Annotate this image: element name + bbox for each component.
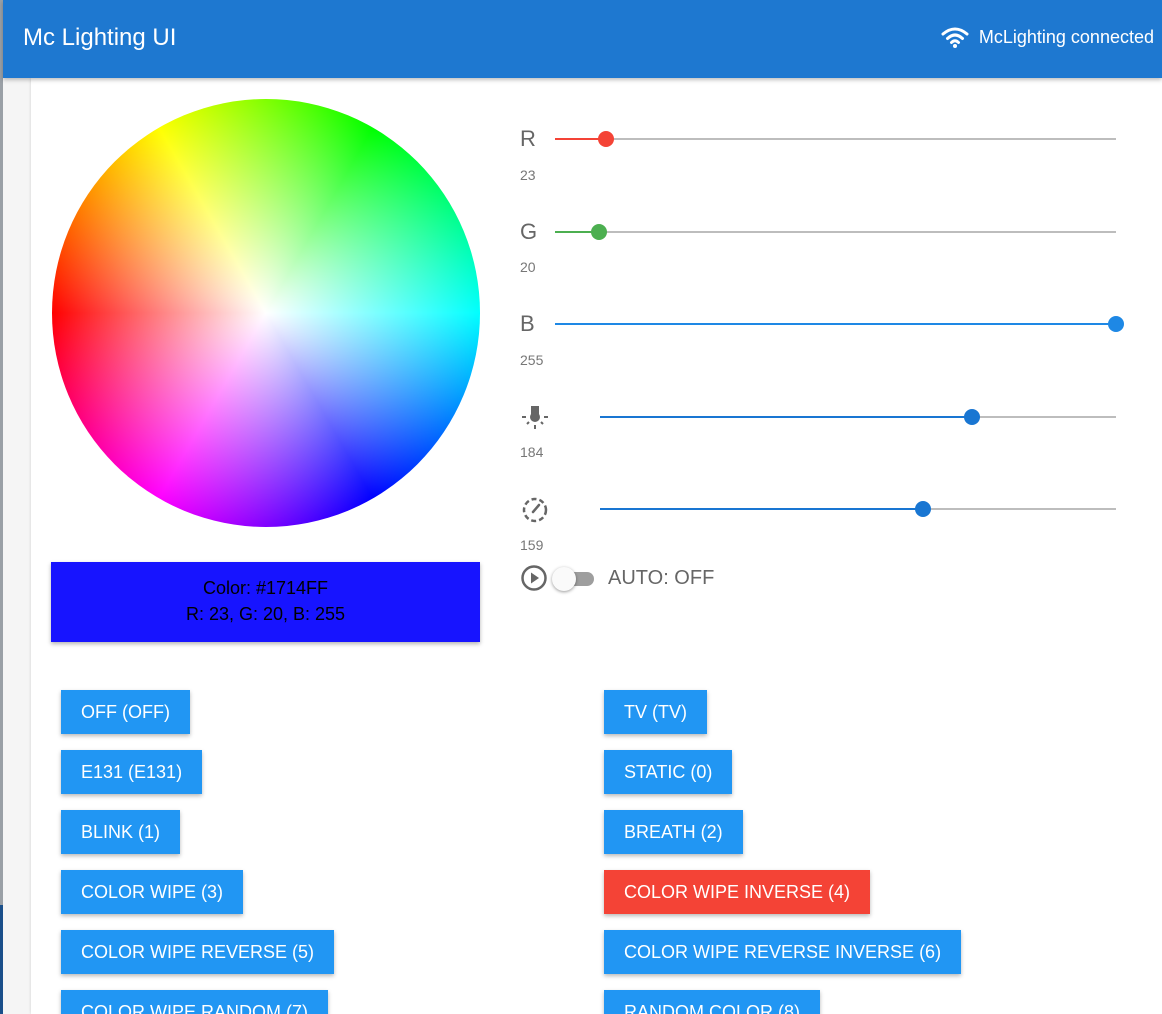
auto-label: AUTO: OFF — [608, 566, 715, 589]
auto-row: AUTO: OFF — [520, 564, 714, 592]
speed-slider[interactable] — [600, 501, 1116, 517]
mode-button-color-wipe-inverse[interactable]: COLOR WIPE INVERSE (4) — [604, 870, 871, 914]
green-slider-thumb[interactable] — [591, 224, 607, 240]
green-slider-value: 20 — [520, 259, 536, 275]
mode-button-breath[interactable]: BREATH (2) — [604, 810, 743, 854]
speed-icon — [522, 497, 548, 523]
app-title: Mc Lighting UI — [23, 24, 177, 51]
blue-slider-thumb[interactable] — [1108, 316, 1124, 332]
green-slider-label: G — [520, 219, 538, 244]
app-header: Mc Lighting UI McLighting connected — [3, 0, 1162, 78]
brightness-slider-thumb[interactable] — [963, 409, 980, 425]
mode-button-tv[interactable]: TV (TV) — [604, 690, 707, 734]
speed-slider-value: 159 — [520, 537, 544, 553]
mode-button-color-wipe[interactable]: COLOR WIPE (3) — [61, 870, 244, 914]
window-edge — [0, 0, 3, 1014]
main-panel: Color: #1714FF R: 23, G: 20, B: 255 R 23… — [31, 78, 1162, 1014]
mode-button-blink[interactable]: BLINK (1) — [61, 810, 181, 854]
brightness-icon — [522, 406, 548, 429]
brightness-slider[interactable] — [600, 409, 1116, 425]
blue-slider[interactable] — [555, 316, 1124, 332]
color-rgb-label: R: 23, G: 20, B: 255 — [185, 604, 346, 624]
blue-slider-fill — [555, 323, 1116, 325]
red-slider-thumb[interactable] — [597, 131, 614, 147]
red-slider-value: 23 — [520, 167, 536, 183]
play-circle-icon[interactable] — [520, 564, 548, 592]
brightness-slider-fill — [600, 416, 972, 418]
mode-button-off[interactable]: OFF (OFF) — [61, 690, 190, 734]
color-wheel[interactable] — [52, 99, 480, 527]
wifi-icon — [941, 27, 969, 48]
connection-status: McLighting connected — [941, 26, 1154, 48]
mode-button-color-wipe-reverse-inverse[interactable]: COLOR WIPE REVERSE INVERSE (6) — [604, 930, 962, 974]
mode-button-random-color[interactable]: RANDOM COLOR (8) — [604, 990, 821, 1014]
mode-button-e131[interactable]: E131 (E131) — [61, 750, 203, 794]
mode-button-color-wipe-random[interactable]: COLOR WIPE RANDOM (7) — [61, 990, 329, 1014]
blue-slider-value: 255 — [520, 352, 544, 368]
speed-slider-thumb[interactable] — [914, 501, 931, 517]
green-slider[interactable] — [555, 224, 1116, 240]
blue-slider-label: B — [520, 311, 535, 336]
auto-toggle[interactable] — [552, 567, 594, 591]
window-edge-dark — [0, 905, 3, 1014]
connection-status-text: McLighting connected — [978, 26, 1154, 47]
red-slider[interactable] — [555, 131, 1116, 147]
color-hex-label: Color: #1714FF — [202, 578, 329, 598]
mode-button-static[interactable]: STATIC (0) — [604, 750, 733, 794]
speed-slider-fill — [600, 508, 923, 510]
color-preview: Color: #1714FF R: 23, G: 20, B: 255 — [51, 562, 480, 642]
auto-toggle-knob[interactable] — [552, 567, 576, 591]
brightness-slider-value: 184 — [520, 444, 544, 460]
red-slider-label: R — [520, 126, 536, 151]
mode-button-color-wipe-reverse[interactable]: COLOR WIPE REVERSE (5) — [61, 930, 335, 974]
